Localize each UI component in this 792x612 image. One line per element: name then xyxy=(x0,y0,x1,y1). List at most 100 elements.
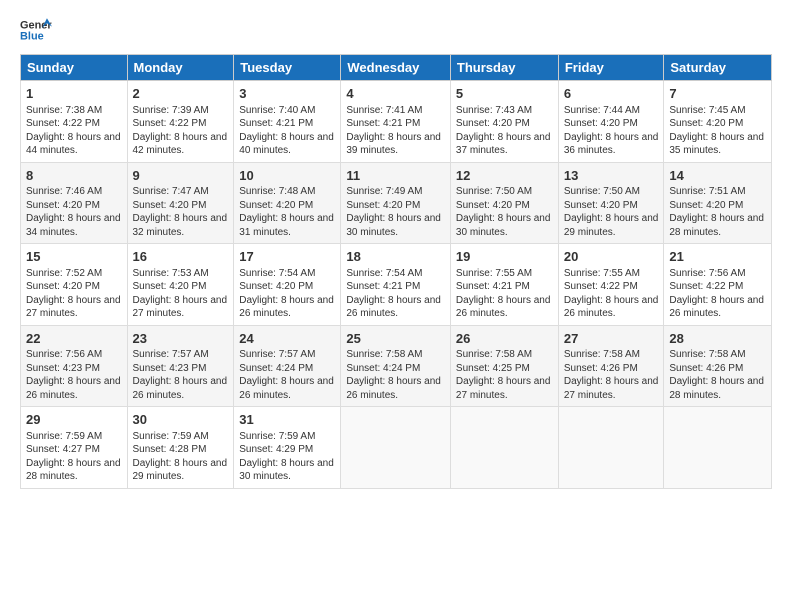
sunrise-text: Sunrise: 7:41 AM xyxy=(346,104,445,118)
day-number: 11 xyxy=(346,167,445,185)
day-number: 15 xyxy=(26,248,122,266)
weekday-header-friday: Friday xyxy=(558,55,664,81)
daylight-text: Daylight: 8 hours and 27 minutes. xyxy=(26,294,122,321)
sunrise-text: Sunrise: 7:58 AM xyxy=(564,348,659,362)
daylight-text: Daylight: 8 hours and 42 minutes. xyxy=(133,131,229,158)
day-number: 13 xyxy=(564,167,659,185)
daylight-text: Daylight: 8 hours and 26 minutes. xyxy=(346,375,445,402)
calendar-cell xyxy=(341,407,451,489)
sunrise-text: Sunrise: 7:50 AM xyxy=(456,185,553,199)
sunset-text: Sunset: 4:20 PM xyxy=(346,199,445,213)
calendar-cell: 19Sunrise: 7:55 AMSunset: 4:21 PMDayligh… xyxy=(450,244,558,326)
sunrise-text: Sunrise: 7:59 AM xyxy=(26,430,122,444)
sunrise-text: Sunrise: 7:49 AM xyxy=(346,185,445,199)
sunset-text: Sunset: 4:22 PM xyxy=(26,117,122,131)
sunrise-text: Sunrise: 7:57 AM xyxy=(133,348,229,362)
calendar-cell: 16Sunrise: 7:53 AMSunset: 4:20 PMDayligh… xyxy=(127,244,234,326)
day-number: 28 xyxy=(669,330,766,348)
daylight-text: Daylight: 8 hours and 27 minutes. xyxy=(564,375,659,402)
daylight-text: Daylight: 8 hours and 27 minutes. xyxy=(456,375,553,402)
day-number: 12 xyxy=(456,167,553,185)
sunset-text: Sunset: 4:21 PM xyxy=(346,280,445,294)
sunrise-text: Sunrise: 7:54 AM xyxy=(346,267,445,281)
calendar-cell: 1Sunrise: 7:38 AMSunset: 4:22 PMDaylight… xyxy=(21,81,128,163)
sunset-text: Sunset: 4:23 PM xyxy=(26,362,122,376)
daylight-text: Daylight: 8 hours and 30 minutes. xyxy=(346,212,445,239)
calendar-cell: 18Sunrise: 7:54 AMSunset: 4:21 PMDayligh… xyxy=(341,244,451,326)
sunrise-text: Sunrise: 7:44 AM xyxy=(564,104,659,118)
sunset-text: Sunset: 4:20 PM xyxy=(239,199,335,213)
calendar-cell: 28Sunrise: 7:58 AMSunset: 4:26 PMDayligh… xyxy=(664,325,772,407)
daylight-text: Daylight: 8 hours and 26 minutes. xyxy=(346,294,445,321)
calendar-cell: 30Sunrise: 7:59 AMSunset: 4:28 PMDayligh… xyxy=(127,407,234,489)
sunset-text: Sunset: 4:24 PM xyxy=(239,362,335,376)
day-number: 7 xyxy=(669,85,766,103)
sunrise-text: Sunrise: 7:55 AM xyxy=(564,267,659,281)
sunset-text: Sunset: 4:28 PM xyxy=(133,443,229,457)
sunset-text: Sunset: 4:23 PM xyxy=(133,362,229,376)
day-number: 27 xyxy=(564,330,659,348)
sunrise-text: Sunrise: 7:45 AM xyxy=(669,104,766,118)
sunrise-text: Sunrise: 7:59 AM xyxy=(239,430,335,444)
daylight-text: Daylight: 8 hours and 31 minutes. xyxy=(239,212,335,239)
day-number: 17 xyxy=(239,248,335,266)
daylight-text: Daylight: 8 hours and 35 minutes. xyxy=(669,131,766,158)
calendar-cell: 4Sunrise: 7:41 AMSunset: 4:21 PMDaylight… xyxy=(341,81,451,163)
daylight-text: Daylight: 8 hours and 34 minutes. xyxy=(26,212,122,239)
sunset-text: Sunset: 4:21 PM xyxy=(346,117,445,131)
day-number: 5 xyxy=(456,85,553,103)
sunset-text: Sunset: 4:26 PM xyxy=(564,362,659,376)
weekday-header-saturday: Saturday xyxy=(664,55,772,81)
day-number: 9 xyxy=(133,167,229,185)
sunrise-text: Sunrise: 7:54 AM xyxy=(239,267,335,281)
sunset-text: Sunset: 4:20 PM xyxy=(26,280,122,294)
calendar-cell: 21Sunrise: 7:56 AMSunset: 4:22 PMDayligh… xyxy=(664,244,772,326)
calendar-container: General Blue SundayMondayTuesdayWednesda… xyxy=(0,0,792,499)
daylight-text: Daylight: 8 hours and 29 minutes. xyxy=(133,457,229,484)
sunset-text: Sunset: 4:20 PM xyxy=(669,199,766,213)
day-number: 1 xyxy=(26,85,122,103)
sunset-text: Sunset: 4:20 PM xyxy=(456,117,553,131)
daylight-text: Daylight: 8 hours and 40 minutes. xyxy=(239,131,335,158)
calendar-cell xyxy=(450,407,558,489)
calendar-cell: 7Sunrise: 7:45 AMSunset: 4:20 PMDaylight… xyxy=(664,81,772,163)
daylight-text: Daylight: 8 hours and 26 minutes. xyxy=(564,294,659,321)
calendar-table: SundayMondayTuesdayWednesdayThursdayFrid… xyxy=(20,54,772,489)
day-number: 25 xyxy=(346,330,445,348)
sunset-text: Sunset: 4:27 PM xyxy=(26,443,122,457)
daylight-text: Daylight: 8 hours and 26 minutes. xyxy=(133,375,229,402)
calendar-cell: 8Sunrise: 7:46 AMSunset: 4:20 PMDaylight… xyxy=(21,162,128,244)
daylight-text: Daylight: 8 hours and 28 minutes. xyxy=(669,212,766,239)
sunrise-text: Sunrise: 7:46 AM xyxy=(26,185,122,199)
weekday-header-sunday: Sunday xyxy=(21,55,128,81)
sunset-text: Sunset: 4:24 PM xyxy=(346,362,445,376)
day-number: 23 xyxy=(133,330,229,348)
calendar-cell: 10Sunrise: 7:48 AMSunset: 4:20 PMDayligh… xyxy=(234,162,341,244)
sunrise-text: Sunrise: 7:55 AM xyxy=(456,267,553,281)
calendar-cell: 15Sunrise: 7:52 AMSunset: 4:20 PMDayligh… xyxy=(21,244,128,326)
calendar-cell: 24Sunrise: 7:57 AMSunset: 4:24 PMDayligh… xyxy=(234,325,341,407)
sunrise-text: Sunrise: 7:50 AM xyxy=(564,185,659,199)
sunrise-text: Sunrise: 7:58 AM xyxy=(456,348,553,362)
calendar-cell: 5Sunrise: 7:43 AMSunset: 4:20 PMDaylight… xyxy=(450,81,558,163)
daylight-text: Daylight: 8 hours and 26 minutes. xyxy=(669,294,766,321)
sunset-text: Sunset: 4:25 PM xyxy=(456,362,553,376)
calendar-cell: 25Sunrise: 7:58 AMSunset: 4:24 PMDayligh… xyxy=(341,325,451,407)
day-number: 16 xyxy=(133,248,229,266)
day-number: 30 xyxy=(133,411,229,429)
daylight-text: Daylight: 8 hours and 30 minutes. xyxy=(456,212,553,239)
weekday-header-tuesday: Tuesday xyxy=(234,55,341,81)
weekday-header-thursday: Thursday xyxy=(450,55,558,81)
calendar-cell: 20Sunrise: 7:55 AMSunset: 4:22 PMDayligh… xyxy=(558,244,664,326)
sunrise-text: Sunrise: 7:43 AM xyxy=(456,104,553,118)
daylight-text: Daylight: 8 hours and 27 minutes. xyxy=(133,294,229,321)
day-number: 21 xyxy=(669,248,766,266)
calendar-cell: 6Sunrise: 7:44 AMSunset: 4:20 PMDaylight… xyxy=(558,81,664,163)
weekday-header-monday: Monday xyxy=(127,55,234,81)
day-number: 29 xyxy=(26,411,122,429)
daylight-text: Daylight: 8 hours and 26 minutes. xyxy=(239,375,335,402)
day-number: 14 xyxy=(669,167,766,185)
daylight-text: Daylight: 8 hours and 29 minutes. xyxy=(564,212,659,239)
daylight-text: Daylight: 8 hours and 26 minutes. xyxy=(239,294,335,321)
calendar-cell xyxy=(558,407,664,489)
